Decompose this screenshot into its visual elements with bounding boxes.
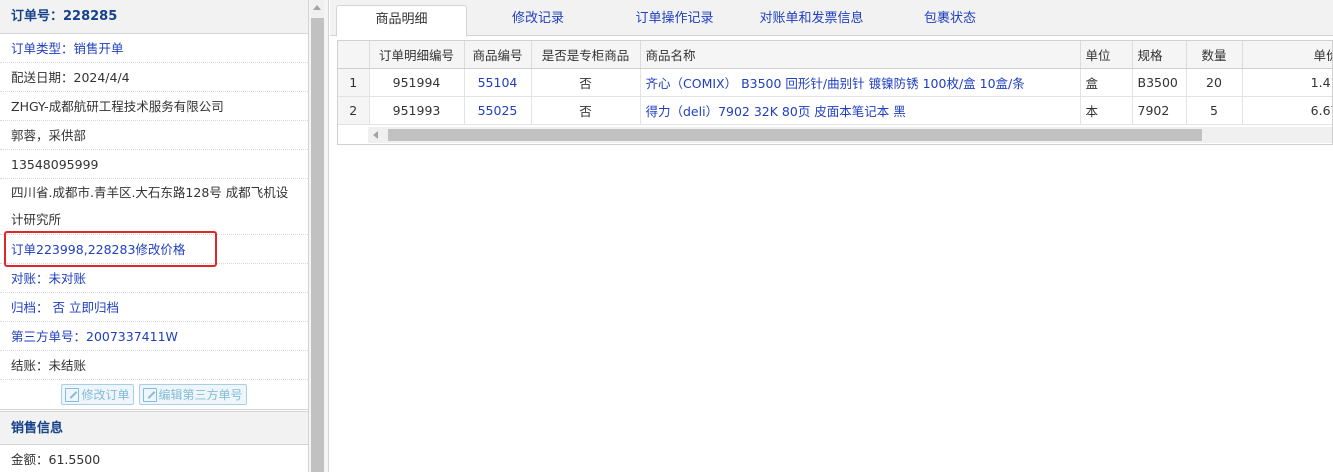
product-name-link[interactable]: 齐心（COMIX） B3500 回形针/曲别针 镀镍防锈 100枚/盒 10盒/…	[640, 68, 1081, 97]
unit-price-cell: 1.41	[1242, 68, 1332, 97]
action-buttons: 修改订单 编辑第三方单号	[0, 380, 308, 410]
tab-modify-records[interactable]: 修改记录	[490, 5, 586, 36]
unit-price-cell: 6.67	[1242, 96, 1332, 125]
archive-now-link[interactable]: 立即归档	[69, 300, 119, 315]
edit-order-label: 修改订单	[81, 388, 130, 402]
unit-cell: 本	[1080, 96, 1133, 125]
delivery-address: 四川省.成都市.青羊区.大石东路128号 成都飞机设计研究所	[0, 179, 308, 235]
tab-package-status[interactable]: 包裹状态	[905, 5, 995, 36]
header-product-no[interactable]: 商品编号	[464, 41, 532, 69]
scroll-left-arrow-icon[interactable]	[373, 131, 378, 139]
header-spec[interactable]: 规格	[1132, 41, 1187, 69]
reconcile-status: 对账：未对账	[0, 264, 308, 293]
header-unit[interactable]: 单位	[1080, 41, 1133, 69]
product-table: 订单明细编号 商品编号 是否是专柜商品 商品名称 单位 规格 数量 单价 1 9…	[338, 41, 1332, 125]
table-row[interactable]: 1 951994 55104 否 齐心（COMIX） B3500 回形针/曲别针…	[338, 68, 1332, 97]
edit-third-party-label: 编辑第三方单号	[158, 388, 243, 402]
table-header-row: 订单明细编号 商品编号 是否是专柜商品 商品名称 单位 规格 数量 单价	[338, 41, 1332, 69]
detail-no-cell: 951993	[369, 96, 465, 125]
spec-cell: B3500	[1132, 68, 1187, 97]
counter-product-cell: 否	[531, 96, 641, 125]
row-number: 2	[338, 96, 370, 125]
unit-cell: 盒	[1080, 68, 1133, 97]
header-row-number	[338, 41, 370, 69]
product-no-link[interactable]: 55104	[464, 68, 532, 97]
sales-amount: 金额：61.5500	[0, 445, 308, 472]
archive-value: 否	[52, 300, 66, 315]
tab-bar: 商品明细 修改记录 订单操作记录 对账单和发票信息 包裹状态	[330, 0, 1333, 37]
tab-statement-invoice[interactable]: 对账单和发票信息	[744, 5, 879, 36]
sales-info-header: 销售信息	[0, 411, 308, 445]
edit-third-party-button[interactable]: 编辑第三方单号	[138, 384, 247, 405]
table-row[interactable]: 2 951993 55025 否 得力（deli）7902 32K 80页 皮面…	[338, 96, 1332, 125]
edit-icon	[65, 387, 80, 402]
horizontal-scrollbar-thumb[interactable]	[388, 129, 1202, 141]
quantity-cell: 5	[1186, 96, 1243, 125]
order-type: 订单类型：销售开单	[0, 34, 308, 63]
counter-product-cell: 否	[531, 68, 641, 97]
delivery-date: 配送日期：2024/4/4	[0, 63, 308, 92]
row-number: 1	[338, 68, 370, 97]
scroll-up-arrow-icon[interactable]	[313, 5, 321, 10]
tab-product-details[interactable]: 商品明细	[336, 5, 467, 37]
header-counter-product[interactable]: 是否是专柜商品	[531, 41, 641, 69]
archive-status: 归档： 否 立即归档	[0, 293, 308, 322]
customer-company: ZHGY-成都航研工程技术服务有限公司	[0, 92, 308, 121]
product-name-link[interactable]: 得力（deli）7902 32K 80页 皮面本笔记本 黑	[640, 96, 1081, 125]
edit-icon	[142, 387, 157, 402]
product-no-link[interactable]: 55025	[464, 96, 532, 125]
spec-cell: 7902	[1132, 96, 1187, 125]
scrollbar-thumb[interactable]	[311, 18, 324, 472]
product-detail-grid: 订单明细编号 商品编号 是否是专柜商品 商品名称 单位 规格 数量 单价 1 9…	[337, 40, 1333, 145]
detail-panel: 商品明细 修改记录 订单操作记录 对账单和发票信息 包裹状态 订单明细编号 商品…	[330, 0, 1333, 472]
order-info-panel: 订单号：228285 订单类型：销售开单 配送日期：2024/4/4 ZHGY-…	[0, 0, 309, 472]
settle-status: 结账：未结账	[0, 351, 308, 380]
header-unit-price[interactable]: 单价	[1242, 41, 1332, 69]
horizontal-scrollbar[interactable]	[368, 127, 1332, 143]
order-number-title: 订单号：228285	[0, 0, 308, 34]
third-party-number: 第三方单号：2007337411W	[0, 322, 308, 351]
header-detail-no[interactable]: 订单明细编号	[369, 41, 465, 69]
header-product-name[interactable]: 商品名称	[640, 41, 1081, 69]
contact-phone: 13548095999	[0, 150, 308, 179]
header-quantity[interactable]: 数量	[1186, 41, 1243, 69]
edit-order-button[interactable]: 修改订单	[61, 384, 134, 405]
archive-label: 归档：	[11, 300, 49, 315]
detail-no-cell: 951994	[369, 68, 465, 97]
price-change-note: 订单223998,228283修改价格	[0, 235, 308, 264]
tab-order-operation-records[interactable]: 订单操作记录	[617, 5, 732, 36]
contact-person: 郭蓉，采供部	[0, 121, 308, 150]
vertical-scrollbar[interactable]	[309, 0, 329, 472]
quantity-cell: 20	[1186, 68, 1243, 97]
